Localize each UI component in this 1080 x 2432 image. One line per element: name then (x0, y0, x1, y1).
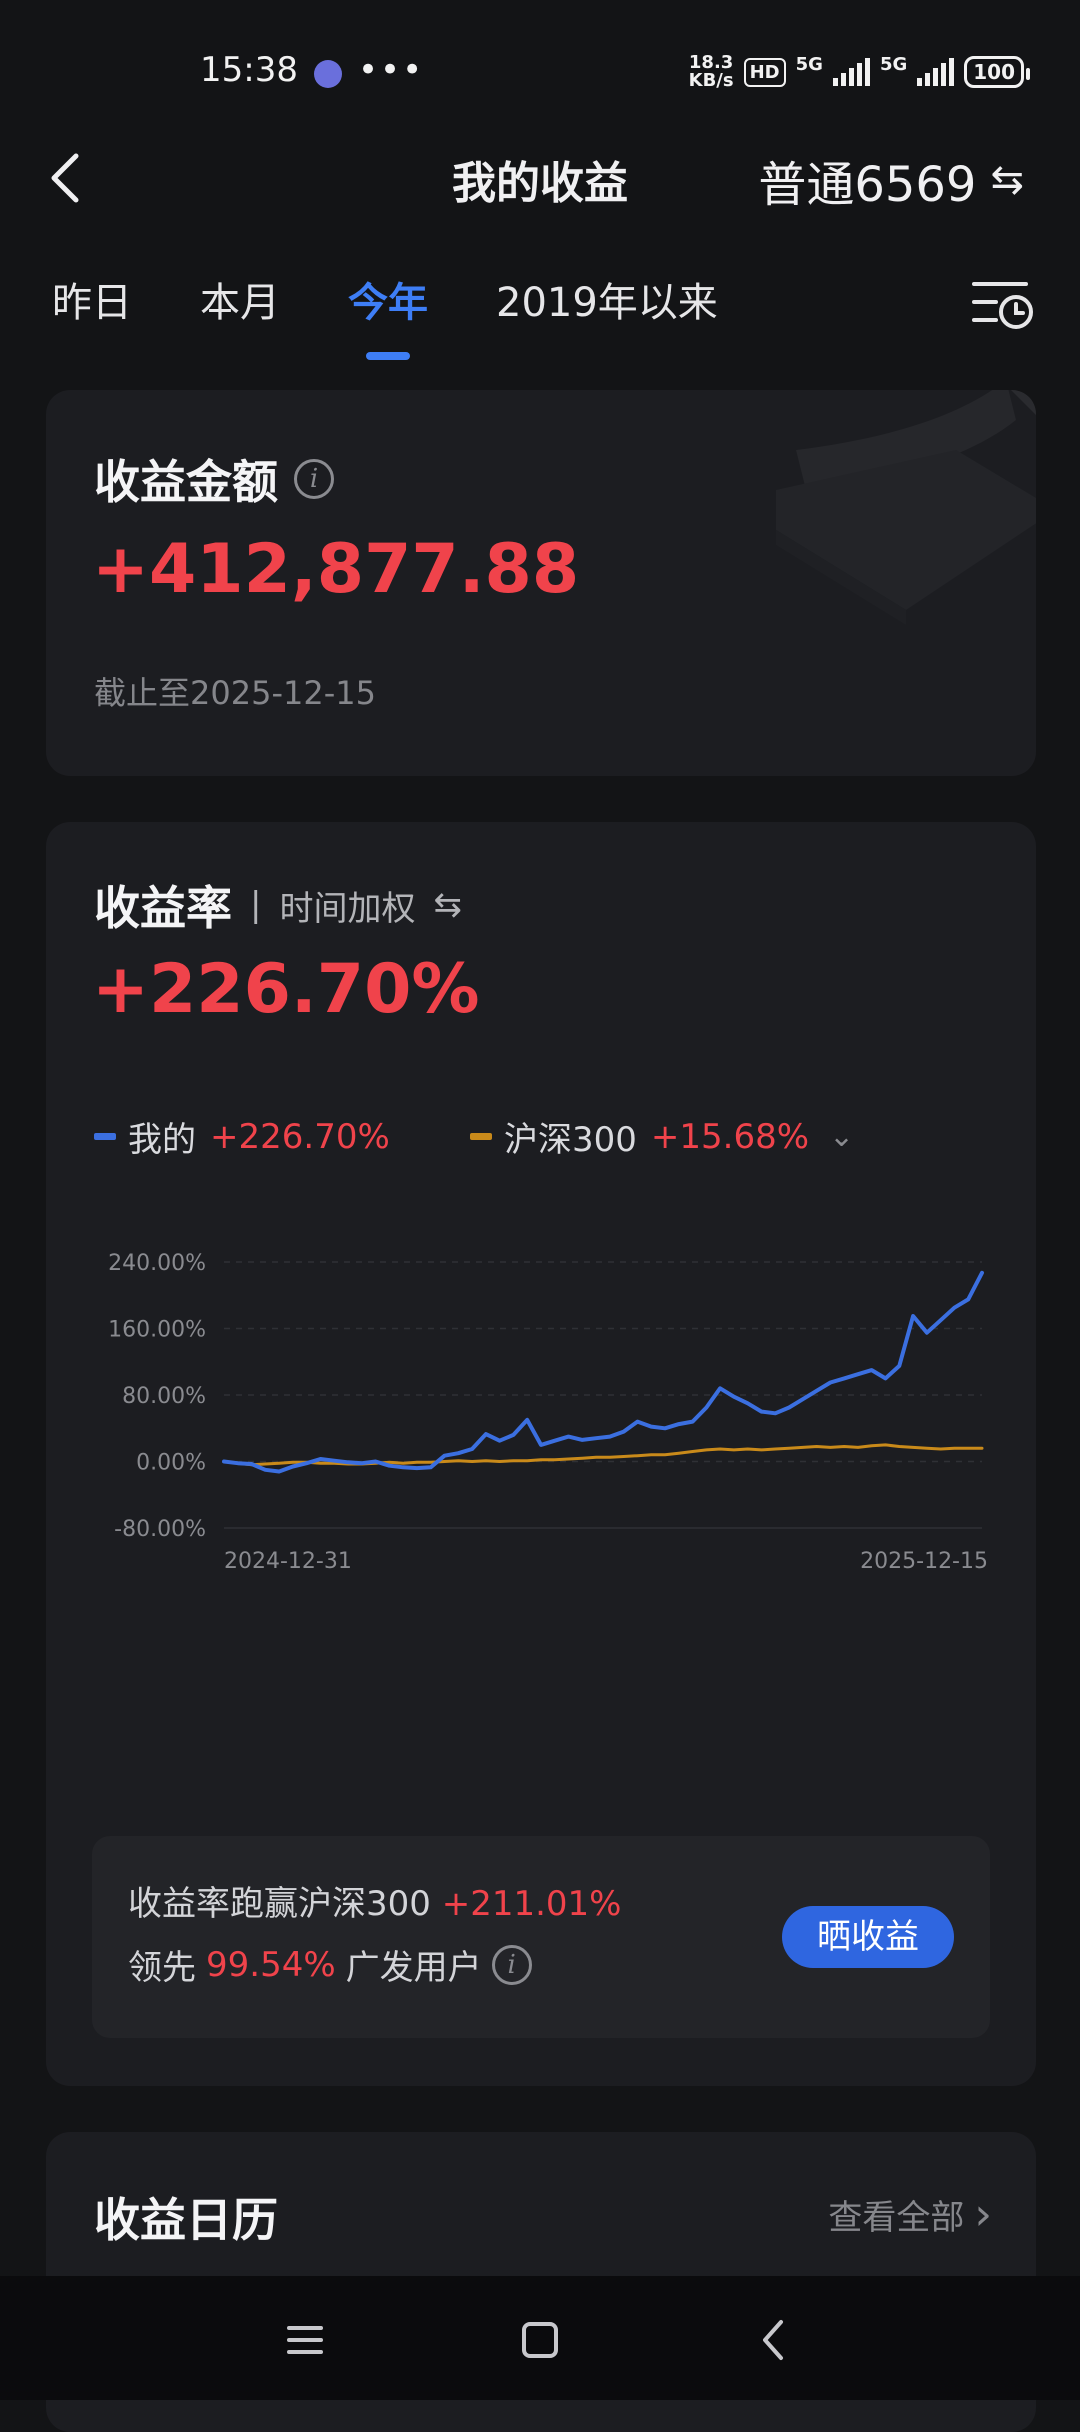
tab-this-year[interactable]: 今年 (348, 270, 428, 328)
share-earnings-button[interactable]: 晒收益 (782, 1906, 954, 1968)
status-time: 15:38 (200, 50, 298, 90)
legend-benchmark[interactable]: 沪深300 +15.68% ⌄ (470, 1112, 854, 1161)
back-icon[interactable] (745, 2310, 805, 2370)
rising-arrow-decoration (776, 390, 1036, 625)
y-tick-label: 160.00% (108, 1318, 206, 1343)
calendar-title: 收益日历 (94, 2193, 278, 2247)
net-speed: 18.3 KB/s (688, 52, 734, 91)
rate-method[interactable]: 时间加权 (279, 881, 415, 930)
signal-icon-2 (917, 58, 955, 86)
method-swap-icon[interactable]: ⇆ (433, 885, 462, 925)
compare-line2-value: 99.54% (206, 1944, 336, 1985)
hd-icon: HD (743, 57, 786, 87)
more-notifications-icon: ••• (358, 50, 425, 90)
as-of-date: 截止至2025-12-15 (94, 674, 376, 712)
home-icon[interactable] (510, 2310, 570, 2370)
legend-benchmark-value: +15.68% (650, 1116, 810, 1157)
view-all-label: 查看全部 (828, 2198, 965, 2238)
x-tick-label: 2024-12-31 (224, 1549, 352, 1574)
rate-title: 收益率 (94, 881, 232, 935)
compare-line2-prefix: 领先 (128, 1948, 196, 1988)
menu-icon[interactable] (275, 2310, 335, 2370)
legend-benchmark-swatch (470, 1133, 492, 1140)
y-tick-label: 240.00% (108, 1251, 206, 1276)
compare-line1-prefix: 收益率跑赢沪深300 (128, 1884, 431, 1924)
chevron-down-icon: ⌄ (829, 1119, 855, 1154)
tab-since-2019[interactable]: 2019年以来 (496, 270, 718, 328)
history-filter-icon[interactable] (970, 276, 1034, 332)
x-tick-label: 2025-12-15 (860, 1549, 988, 1574)
info-icon[interactable]: i (294, 459, 334, 499)
compare-line1-value: +211.01% (441, 1884, 622, 1924)
sim2-label: 5G (879, 54, 908, 75)
earnings-title-row: 收益金额 i (94, 446, 334, 512)
compare-line-2: 领先 99.54% 广发用户 i (128, 1940, 532, 1989)
earnings-amount: +412,877.88 (92, 530, 580, 609)
battery-icon: 100 (964, 56, 1030, 88)
sim1-label: 5G (795, 54, 823, 75)
view-all-link[interactable]: 查看全部 › (828, 2190, 992, 2239)
compare-box: 收益率跑赢沪深300 +211.01% 领先 99.54% 广发用户 i 晒收益 (92, 1836, 990, 2038)
tab-this-month[interactable]: 本月 (200, 270, 280, 328)
y-tick-label: -80.00% (114, 1517, 206, 1542)
tab-yesterday[interactable]: 昨日 (52, 270, 132, 328)
rate-title-row: 收益率 | 时间加权 ⇆ (94, 872, 462, 938)
rate-card: 收益率 | 时间加权 ⇆ +226.70% 我的 +226.70% 沪深300 … (46, 822, 1036, 2086)
legend-mine-value: +226.70% (210, 1116, 390, 1157)
shield-icon (314, 60, 342, 88)
y-tick-label: 0.00% (136, 1451, 206, 1476)
rate-value: +226.70% (92, 950, 480, 1029)
legend-mine-label: 我的 (128, 1120, 196, 1160)
legend-benchmark-label: 沪深300 (504, 1120, 637, 1160)
period-tabs: 昨日 本月 今年 2019年以来 (52, 270, 786, 328)
account-switcher[interactable]: 普通6569 ⇆ (758, 145, 1024, 215)
signal-icon (832, 58, 870, 86)
account-label: 普通6569 (758, 157, 977, 213)
legend-mine: 我的 +226.70% (94, 1112, 390, 1161)
compare-line-1: 收益率跑赢沪深300 +211.01% (128, 1876, 621, 1925)
legend-mine-swatch (94, 1133, 116, 1140)
separator: | (250, 885, 262, 925)
series-line-mine (222, 1270, 984, 1474)
info-icon-2[interactable]: i (491, 1944, 532, 1985)
y-tick-label: 80.00% (122, 1384, 206, 1409)
swap-icon: ⇆ (990, 157, 1024, 203)
earnings-title: 收益金额 (94, 455, 278, 509)
status-indicators: 18.3 KB/s HD 5G 5G 100 (688, 52, 1030, 91)
chevron-right-icon: › (974, 2188, 992, 2240)
earnings-card: 收益金额 i +412,877.88 截止至2025-12-15 (46, 390, 1036, 776)
compare-line2-suffix: 广发用户 (345, 1948, 482, 1988)
rate-chart: 240.00% 160.00% 80.00% 0.00% -80.00% 2024-12-… (108, 1251, 988, 1574)
